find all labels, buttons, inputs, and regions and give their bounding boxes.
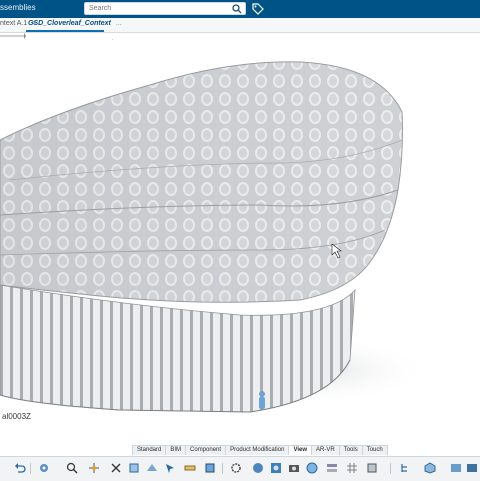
human-figure xyxy=(259,391,265,409)
render-icon[interactable] xyxy=(270,462,282,474)
active-tab-indicator xyxy=(26,30,104,32)
app-breadcrumb[interactable]: ssemblies xyxy=(0,3,36,12)
cube-icon[interactable] xyxy=(424,462,436,474)
fit-all-icon[interactable] xyxy=(88,462,100,474)
tab-label: GSD_Cloverleaf_Context xyxy=(28,20,111,27)
measure-icon[interactable] xyxy=(184,462,196,474)
tab-view[interactable]: View xyxy=(288,445,313,455)
globe-icon[interactable] xyxy=(306,462,318,474)
viewpoint-icon[interactable] xyxy=(450,462,462,474)
search-input[interactable] xyxy=(87,3,231,14)
toolbar-separator xyxy=(222,463,223,474)
tab-ar-vr[interactable]: AR-VR xyxy=(311,445,340,455)
tab-product-modification[interactable]: Product Modification xyxy=(225,445,290,455)
toolbar-separator xyxy=(390,463,391,474)
workbench-tabs: Standard BIM Component Product Modificat… xyxy=(132,445,388,455)
rotate-icon[interactable] xyxy=(110,462,122,474)
compass-ruler xyxy=(0,33,26,39)
select-icon[interactable] xyxy=(164,462,176,474)
tab-component[interactable]: Component xyxy=(185,445,227,455)
compass-icon[interactable] xyxy=(366,462,378,474)
normal-view-icon[interactable] xyxy=(128,462,140,474)
camera-icon[interactable] xyxy=(288,462,300,474)
grid-icon[interactable] xyxy=(346,462,358,474)
tab-touch[interactable]: Touch xyxy=(361,445,388,455)
part-label: al0003Z xyxy=(0,412,33,421)
bottom-toolbar xyxy=(0,456,480,481)
search-icon[interactable] xyxy=(232,4,242,14)
tab-standard[interactable]: Standard xyxy=(132,445,167,455)
hide-show-icon[interactable] xyxy=(146,462,158,474)
more-icon[interactable] xyxy=(466,462,478,474)
building-model[interactable] xyxy=(0,40,480,452)
3d-viewport[interactable]: al0003Z xyxy=(0,40,480,452)
tab-gsd-cloverleaf[interactable]: GSD_Cloverleaf_Context ... xyxy=(28,20,122,27)
tab-label: ntext A.1 xyxy=(0,20,28,27)
shading-icon[interactable] xyxy=(252,462,264,474)
undo-icon[interactable] xyxy=(14,462,26,474)
tag-icon[interactable] xyxy=(252,3,264,15)
tree-icon[interactable] xyxy=(400,462,412,474)
toolbar-separator xyxy=(30,463,31,474)
zoom-icon[interactable] xyxy=(66,462,78,474)
tab-bim[interactable]: BIM xyxy=(165,445,187,455)
settings-icon[interactable] xyxy=(230,462,242,474)
tab-tools[interactable]: Tools xyxy=(338,445,363,455)
layers-icon[interactable] xyxy=(326,462,338,474)
top-bar: ssemblies xyxy=(0,0,480,18)
search-box[interactable] xyxy=(84,2,246,15)
tab-suffix: ... xyxy=(115,20,122,27)
section-icon[interactable] xyxy=(204,462,216,474)
pan-icon[interactable] xyxy=(38,462,50,474)
